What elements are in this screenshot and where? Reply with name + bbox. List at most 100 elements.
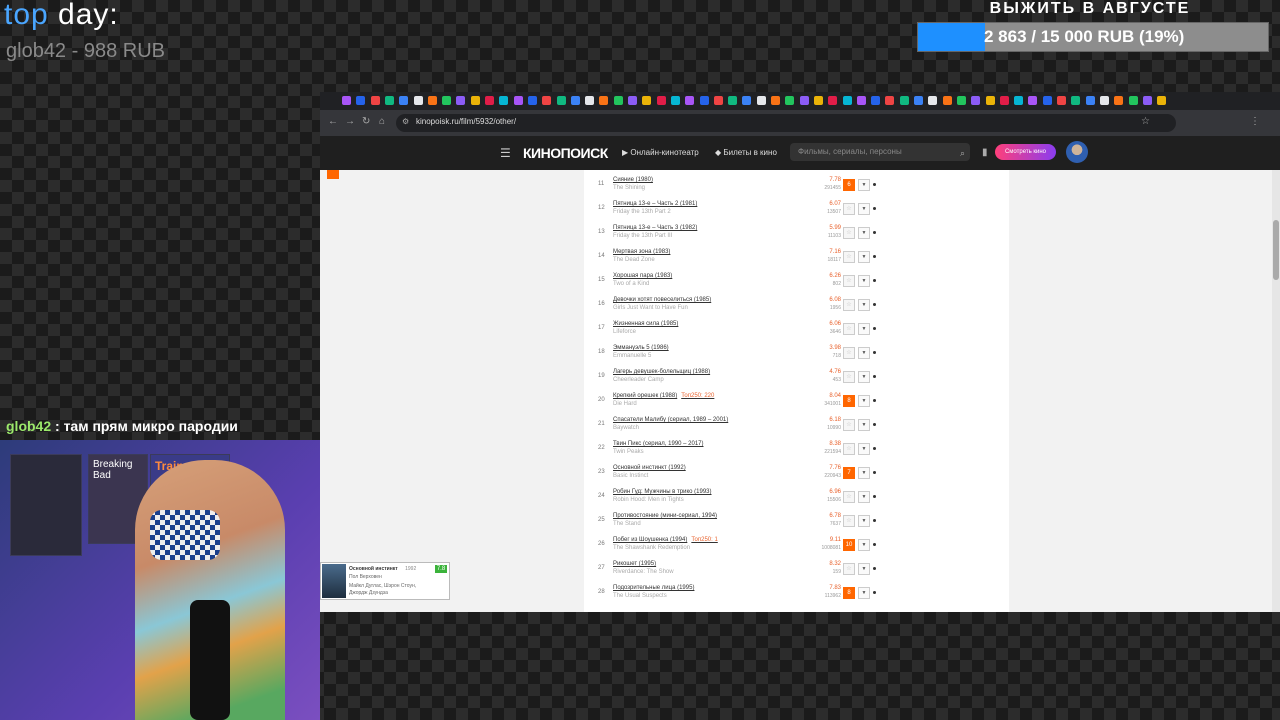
film-title-link[interactable]: Крепкий орешек (1988) Топ250: 220: [613, 393, 714, 399]
back-icon[interactable]: ←: [328, 116, 338, 127]
folder-dropdown[interactable]: ▼: [858, 275, 870, 287]
browser-tab-icon[interactable]: [1014, 96, 1024, 105]
vote-button[interactable]: ☆: [843, 419, 855, 431]
browser-tab-icon[interactable]: [356, 96, 366, 105]
film-title-link[interactable]: Девочки хотят повеселиться (1985): [613, 297, 711, 303]
browser-tab-icon[interactable]: [628, 96, 637, 105]
browser-tab-icon[interactable]: [499, 96, 509, 105]
top250-label[interactable]: Топ250: 220: [681, 393, 714, 399]
folder-dropdown[interactable]: ▼: [858, 251, 870, 263]
vote-button[interactable]: ☆: [843, 443, 855, 455]
folder-dropdown[interactable]: ▼: [858, 539, 870, 551]
browser-tab-icon[interactable]: [1099, 96, 1109, 105]
folder-dropdown[interactable]: ▼: [858, 179, 870, 191]
scrollbar[interactable]: [1272, 170, 1280, 612]
browser-tab-icon[interactable]: [613, 96, 623, 105]
browser-tab-icon[interactable]: [771, 96, 780, 105]
vote-button[interactable]: 6: [843, 179, 855, 191]
browser-tab-icon[interactable]: [527, 96, 537, 105]
vote-button[interactable]: ☆: [843, 347, 855, 359]
browser-tab-icon[interactable]: [985, 96, 995, 105]
browser-tab-icon[interactable]: [728, 96, 738, 105]
browser-tab-icon[interactable]: [785, 96, 795, 105]
home-icon[interactable]: ⌂: [379, 116, 385, 127]
browser-tab-icon[interactable]: [670, 96, 680, 105]
vote-button[interactable]: ☆: [843, 371, 855, 383]
folder-dropdown[interactable]: ▼: [858, 299, 870, 311]
folder-dropdown[interactable]: ▼: [858, 467, 870, 479]
vote-button[interactable]: ☆: [843, 563, 855, 575]
scroll-up-icon[interactable]: [327, 170, 339, 179]
folder-dropdown[interactable]: ▼: [858, 491, 870, 503]
vote-button[interactable]: ☆: [843, 275, 855, 287]
film-title-link[interactable]: Подозрительные лица (1995): [613, 585, 694, 591]
film-title-link[interactable]: Твин Пикс (сериал, 1990 – 2017): [613, 441, 704, 447]
browser-tab-icon[interactable]: [1057, 96, 1066, 105]
browser-tab-icon[interactable]: [842, 96, 852, 105]
browser-tab-icon[interactable]: [871, 96, 881, 105]
film-title-link[interactable]: Робин Гуд: Мужчины в трико (1993): [613, 489, 712, 495]
browser-tab-icon[interactable]: [942, 96, 952, 105]
browser-tab-icon[interactable]: [556, 96, 566, 105]
browser-tab-icon[interactable]: [828, 96, 838, 105]
vote-button[interactable]: 10: [843, 539, 855, 551]
film-title-link[interactable]: Лагерь девушек-болельщиц (1988): [613, 369, 710, 375]
browser-tab-icon[interactable]: [599, 96, 609, 105]
avatar[interactable]: [1066, 141, 1088, 163]
browser-tab-icon[interactable]: [999, 96, 1009, 105]
browser-tab-icon[interactable]: [1114, 96, 1124, 105]
browser-tab-icon[interactable]: [456, 96, 466, 105]
browser-tab-icon[interactable]: [914, 96, 923, 105]
film-title-link[interactable]: Побег из Шоушенка (1994) Топ250: 1: [613, 537, 718, 543]
browser-tab-icon[interactable]: [742, 96, 752, 105]
film-title-link[interactable]: Основной инстинкт (1992): [613, 465, 686, 471]
browser-tab-icon[interactable]: [1085, 96, 1095, 105]
browser-tab-icon[interactable]: [1142, 96, 1152, 105]
bookmark-icon[interactable]: ▮: [982, 147, 988, 158]
browser-tab-icon[interactable]: [713, 96, 723, 105]
menu-dots-icon[interactable]: ⋮: [1250, 116, 1260, 127]
film-title-link[interactable]: Спасатели Малибу (сериал, 1989 – 2001): [613, 417, 728, 423]
film-title-link[interactable]: Пятница 13-е – Часть 3 (1982): [613, 225, 697, 231]
browser-tab-icon[interactable]: [885, 96, 895, 105]
browser-tab-icon[interactable]: [971, 96, 981, 105]
browser-tab-icon[interactable]: [485, 96, 494, 105]
browser-tab-icon[interactable]: [513, 96, 523, 105]
folder-dropdown[interactable]: ▼: [858, 323, 870, 335]
vote-button[interactable]: ☆: [843, 251, 855, 263]
film-title-link[interactable]: Мертвая зона (1983): [613, 249, 670, 255]
vote-button[interactable]: ☆: [843, 491, 855, 503]
browser-tab-icon[interactable]: [1157, 96, 1167, 105]
folder-dropdown[interactable]: ▼: [858, 587, 870, 599]
browser-tab-icon[interactable]: [1128, 96, 1138, 105]
search-input[interactable]: Фильмы, сериалы, персоны: [790, 143, 970, 161]
tickets-link[interactable]: ◆ Билеты в кино: [715, 148, 777, 157]
folder-dropdown[interactable]: ▼: [858, 419, 870, 431]
browser-tab-icon[interactable]: [928, 96, 938, 105]
browser-tab-icon[interactable]: [656, 96, 666, 105]
folder-dropdown[interactable]: ▼: [858, 563, 870, 575]
film-title-link[interactable]: Сияние (1980): [613, 177, 653, 183]
browser-tab-icon[interactable]: [399, 96, 409, 105]
search-icon[interactable]: ⌕: [960, 148, 965, 159]
browser-tab-icon[interactable]: [1028, 96, 1038, 105]
browser-tab-icon[interactable]: [956, 96, 966, 105]
browser-tab-icon[interactable]: [570, 96, 580, 105]
film-title-link[interactable]: Жизненная сила (1985): [613, 321, 678, 327]
browser-tab-icon[interactable]: [427, 96, 437, 105]
url-field[interactable]: ⚙ kinopoisk.ru/film/5932/other/ ☆: [396, 114, 1176, 132]
film-title-link[interactable]: Пятница 13-е – Часть 2 (1981): [613, 201, 697, 207]
site-info-icon[interactable]: ⚙: [402, 117, 409, 126]
film-title-link[interactable]: Рикошет (1995): [613, 561, 656, 567]
vote-button[interactable]: 8: [843, 587, 855, 599]
folder-dropdown[interactable]: ▼: [858, 395, 870, 407]
browser-tab-icon[interactable]: [342, 96, 351, 105]
browser-tab-icon[interactable]: [699, 96, 709, 105]
browser-tab-icon[interactable]: [756, 96, 766, 105]
browser-tab-icon[interactable]: [685, 96, 695, 105]
browser-tab-icon[interactable]: [799, 96, 809, 105]
vote-button[interactable]: ☆: [843, 515, 855, 527]
browser-tab-icon[interactable]: [585, 96, 595, 105]
watch-button[interactable]: Смотреть кино: [995, 144, 1056, 160]
reload-icon[interactable]: ↻: [362, 116, 370, 127]
